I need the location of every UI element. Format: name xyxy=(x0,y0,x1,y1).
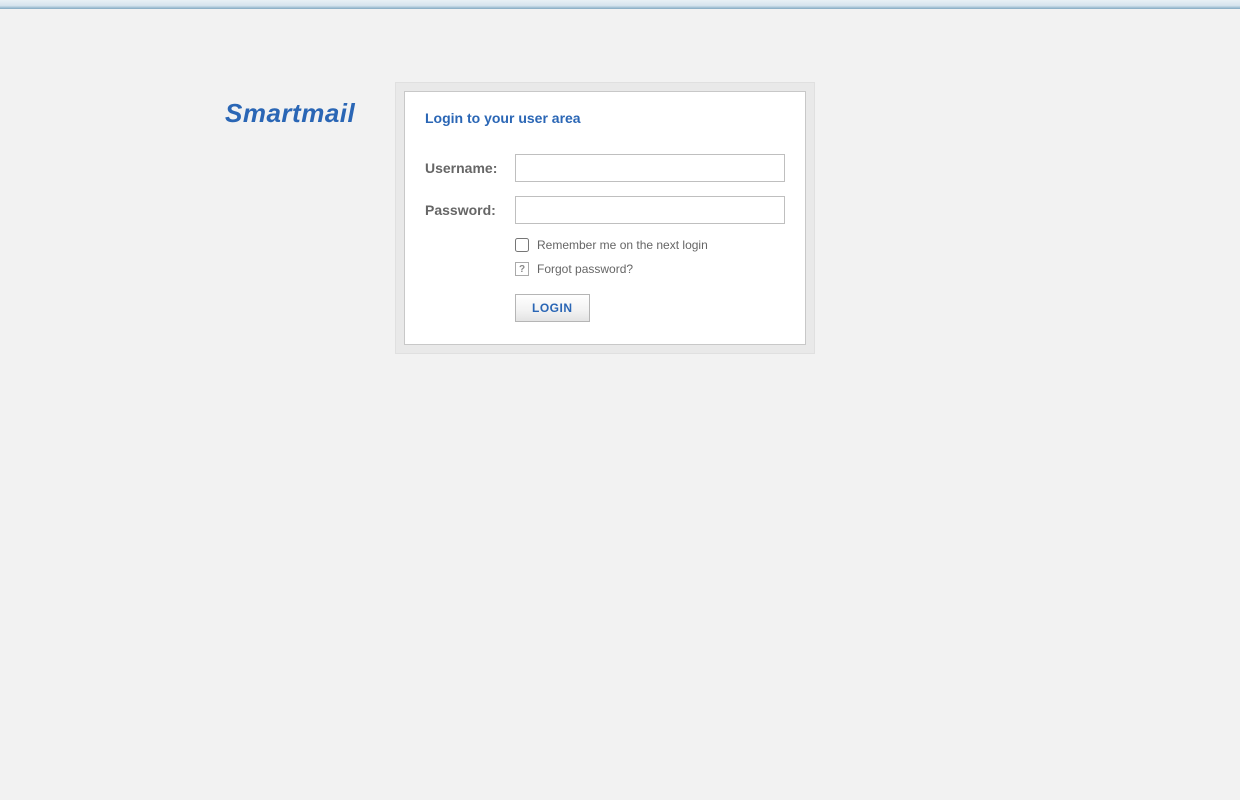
password-row: Password: xyxy=(425,196,785,224)
login-button[interactable]: LOGIN xyxy=(515,294,590,322)
top-border-bar xyxy=(0,0,1240,9)
username-label: Username: xyxy=(425,160,515,176)
login-panel-inner: Login to your user area Username: Passwo… xyxy=(404,91,806,345)
brand-title: Smartmail xyxy=(225,98,355,129)
password-label: Password: xyxy=(425,202,515,218)
login-panel-title: Login to your user area xyxy=(425,110,785,126)
password-input[interactable] xyxy=(515,196,785,224)
forgot-row: ? Forgot password? xyxy=(515,262,785,276)
help-icon: ? xyxy=(515,262,529,276)
remember-label: Remember me on the next login xyxy=(537,238,708,252)
remember-checkbox[interactable] xyxy=(515,238,529,252)
username-input[interactable] xyxy=(515,154,785,182)
login-panel: Login to your user area Username: Passwo… xyxy=(395,82,815,354)
login-button-row: LOGIN xyxy=(515,294,785,322)
username-row: Username: xyxy=(425,154,785,182)
forgot-password-link[interactable]: Forgot password? xyxy=(537,262,633,276)
remember-row: Remember me on the next login xyxy=(515,238,785,252)
